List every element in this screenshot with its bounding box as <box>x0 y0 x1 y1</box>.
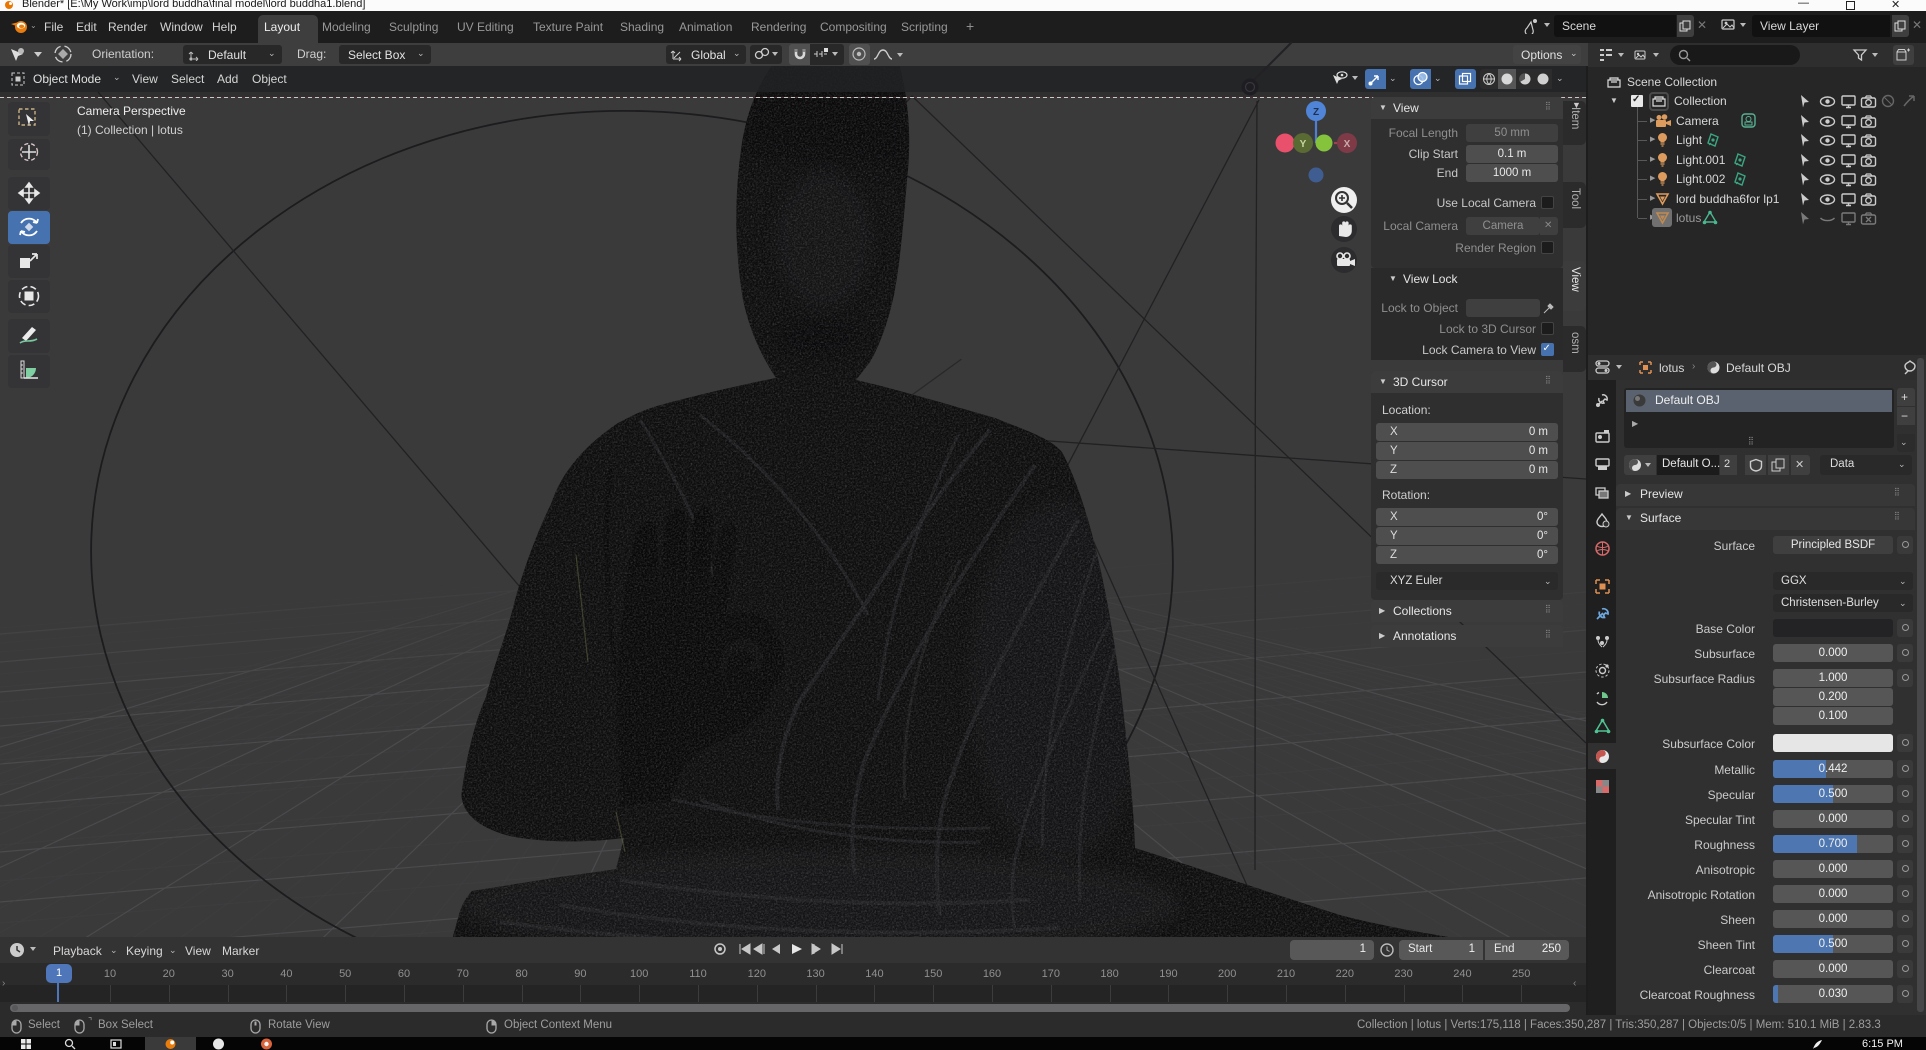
svg-text:Z: Z <box>1313 107 1319 118</box>
